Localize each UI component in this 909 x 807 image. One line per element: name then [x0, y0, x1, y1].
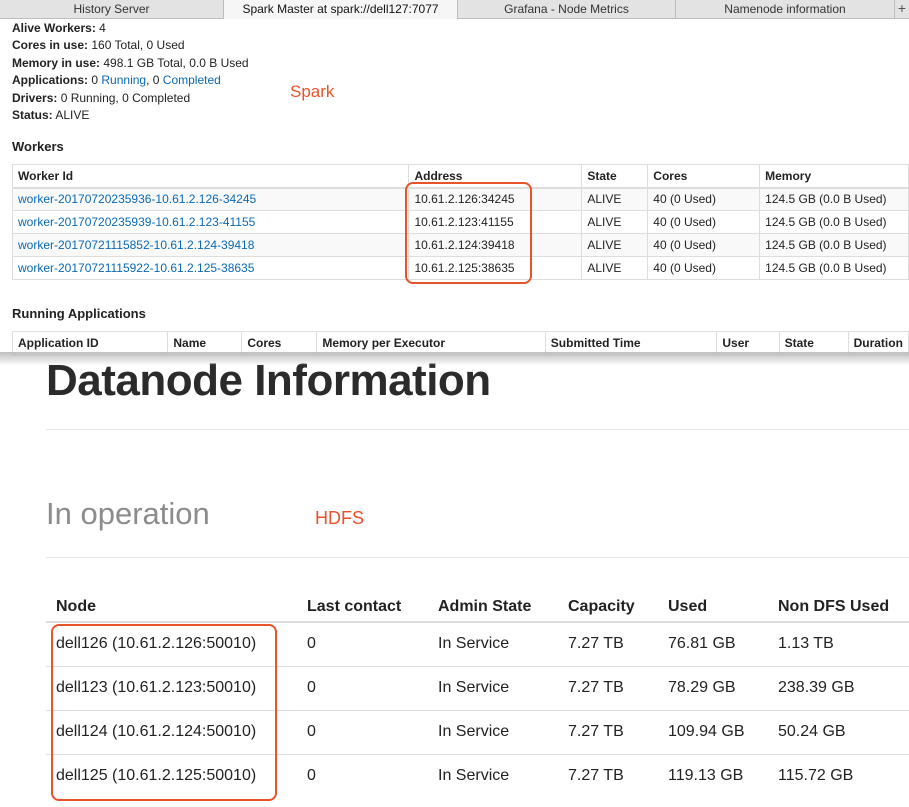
col-worker-id[interactable]: Worker Id [11, 164, 410, 189]
admin-state: In Service [428, 753, 558, 798]
running-applications-heading: Running Applications [12, 306, 146, 321]
address-highlight-box [405, 182, 532, 284]
drivers-row: Drivers: 0 Running, 0 Completed [12, 90, 190, 107]
applications-running-count: 0 [91, 73, 99, 87]
non-dfs-used: 115.72 GB [768, 753, 909, 798]
last-contact: 0 [297, 753, 428, 798]
capacity: 7.27 TB [558, 753, 658, 798]
col-admin-state[interactable]: Admin State [428, 592, 558, 623]
section-title: In operation [46, 496, 210, 531]
namenode-page: Datanode Information In operation HDFS N… [0, 356, 909, 807]
worker-memory: 124.5 GB (0.0 B Used) [759, 233, 909, 257]
window-divider-shadow [0, 352, 909, 366]
capacity: 7.27 TB [558, 665, 658, 710]
status-row: Status: ALIVE [12, 107, 89, 124]
cores-in-use-value: 160 Total, 0 Used [91, 38, 185, 52]
non-dfs-used: 238.39 GB [768, 665, 909, 710]
status-value: ALIVE [55, 108, 90, 122]
node-highlight-box [51, 624, 277, 801]
admin-state: In Service [428, 665, 558, 710]
non-dfs-used: 50.24 GB [768, 709, 909, 754]
worker-cores: 40 (0 Used) [647, 233, 761, 257]
new-tab-button[interactable]: + [895, 0, 909, 18]
col-state[interactable]: State [581, 164, 649, 189]
last-contact: 0 [297, 665, 428, 710]
section-divider [46, 557, 909, 558]
tab-history-server[interactable]: History Server [0, 0, 224, 19]
applications-row: Applications: 0 Running, 0 Completed [12, 72, 221, 89]
used: 119.13 GB [658, 753, 768, 798]
worker-id-link[interactable]: worker-20170721115922-10.61.2.125-38635 [11, 256, 410, 280]
spark-master-page: Alive Workers: 4 Cores in use: 160 Total… [0, 19, 909, 356]
worker-state: ALIVE [581, 210, 649, 234]
col-capacity[interactable]: Capacity [558, 592, 658, 623]
non-dfs-used: 1.13 TB [768, 621, 909, 666]
used: 78.29 GB [658, 665, 768, 710]
worker-cores: 40 (0 Used) [647, 256, 761, 280]
col-last-contact[interactable]: Last contact [297, 592, 428, 623]
memory-in-use-label: Memory in use: [12, 56, 101, 70]
applications-completed-link[interactable]: Completed [163, 73, 221, 87]
workers-heading: Workers [12, 139, 64, 154]
applications-running-link[interactable]: Running [101, 73, 146, 87]
memory-in-use-row: Memory in use: 498.1 GB Total, 0.0 B Use… [12, 55, 249, 72]
admin-state: In Service [428, 621, 558, 666]
col-used[interactable]: Used [658, 592, 768, 623]
browser-tab-bar: History Server Spark Master at spark://d… [0, 0, 909, 19]
capacity: 7.27 TB [558, 709, 658, 754]
col-cores[interactable]: Cores [647, 164, 761, 189]
hdfs-annotation: HDFS [315, 508, 364, 528]
alive-workers-label: Alive Workers: [12, 21, 96, 35]
last-contact: 0 [297, 709, 428, 754]
worker-cores: 40 (0 Used) [647, 210, 761, 234]
tab-grafana-node-metrics[interactable]: Grafana - Node Metrics [458, 0, 676, 19]
col-node[interactable]: Node [46, 592, 297, 623]
worker-id-link[interactable]: worker-20170720235939-10.61.2.123-41155 [11, 210, 410, 234]
tab-spark-master[interactable]: Spark Master at spark://dell127:7077 [224, 0, 458, 19]
alive-workers-row: Alive Workers: 4 [12, 20, 106, 37]
applications-separator: , 0 [146, 73, 163, 87]
worker-id-link[interactable]: worker-20170721115852-10.61.2.124-39418 [11, 233, 410, 257]
applications-label: Applications: [12, 73, 89, 87]
col-memory[interactable]: Memory [759, 164, 909, 189]
worker-id-link[interactable]: worker-20170720235936-10.61.2.126-34245 [11, 187, 410, 211]
used: 76.81 GB [658, 621, 768, 666]
alive-workers-value: 4 [99, 21, 106, 35]
tab-namenode-information[interactable]: Namenode information [676, 0, 895, 19]
used: 109.94 GB [658, 709, 768, 754]
col-non-dfs-used[interactable]: Non DFS Used [768, 592, 909, 623]
cores-in-use-label: Cores in use: [12, 38, 89, 52]
cores-in-use-row: Cores in use: 160 Total, 0 Used [12, 37, 185, 54]
status-label: Status: [12, 108, 53, 122]
worker-state: ALIVE [581, 256, 649, 280]
worker-state: ALIVE [581, 187, 649, 211]
memory-in-use-value: 498.1 GB Total, 0.0 B Used [103, 56, 249, 70]
worker-memory: 124.5 GB (0.0 B Used) [759, 210, 909, 234]
worker-memory: 124.5 GB (0.0 B Used) [759, 256, 909, 280]
worker-cores: 40 (0 Used) [647, 187, 761, 211]
worker-state: ALIVE [581, 233, 649, 257]
worker-memory: 124.5 GB (0.0 B Used) [759, 187, 909, 211]
capacity: 7.27 TB [558, 621, 658, 666]
admin-state: In Service [428, 709, 558, 754]
title-divider [46, 429, 909, 430]
spark-annotation: Spark [290, 82, 335, 101]
drivers-label: Drivers: [12, 91, 58, 105]
drivers-value: 0 Running, 0 Completed [60, 91, 191, 105]
last-contact: 0 [297, 621, 428, 666]
